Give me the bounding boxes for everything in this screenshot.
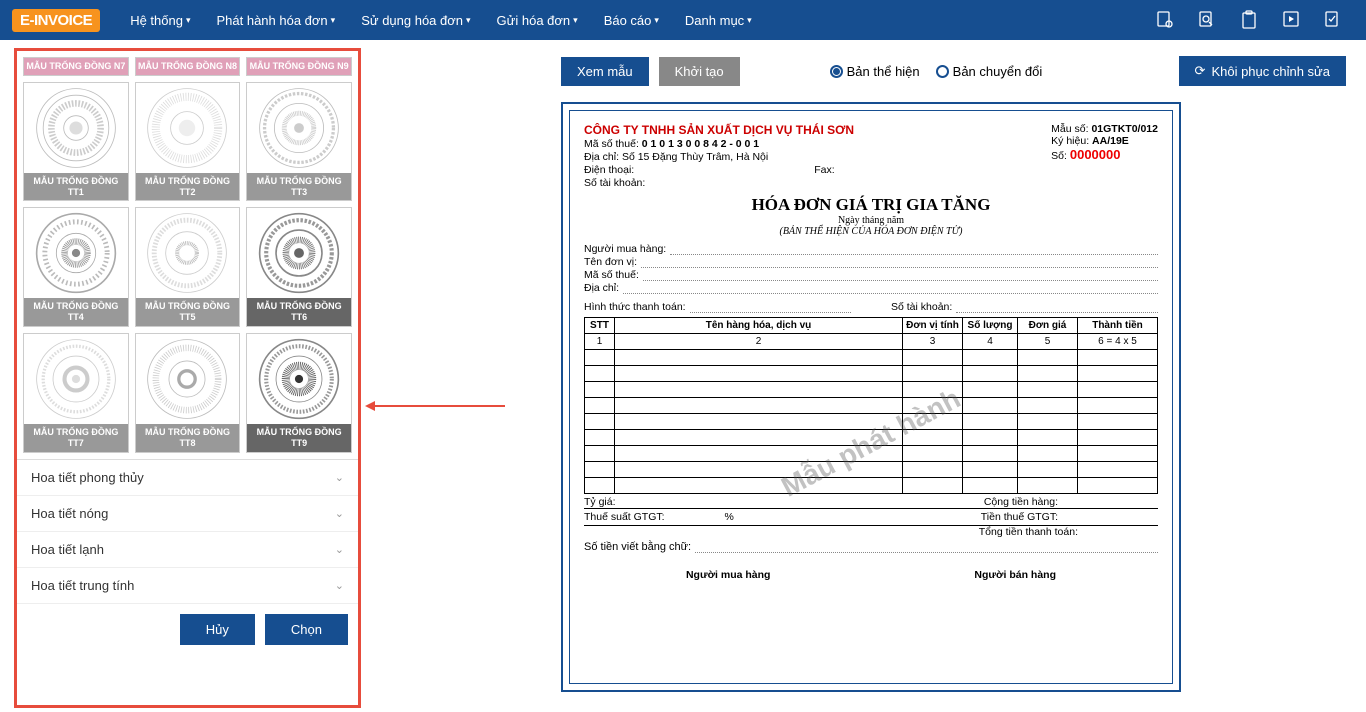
chevron-down-icon: ▾ (654, 15, 659, 26)
template-tt4[interactable]: MẪU TRỐNG ĐỒNG TT4 (23, 207, 129, 327)
radio-convert[interactable]: Bản chuyển đổi (936, 64, 1043, 79)
invoice-items-table: STTTên hàng hóa, dịch vụĐơn vị tínhSố lư… (584, 317, 1158, 494)
nav-system[interactable]: Hệ thống▾ (118, 0, 202, 40)
template-tt1[interactable]: MẪU TRỐNG ĐỒNG TT1 (23, 82, 129, 202)
invoice-title: HÓA ĐƠN GIÁ TRỊ GIA TĂNG (584, 195, 1158, 215)
template-n9[interactable]: MẪU TRỐNG ĐỒNG N9 (246, 57, 352, 76)
nav-send[interactable]: Gửi hóa đơn▾ (485, 0, 590, 40)
refresh-icon: ⟳ (1195, 63, 1206, 79)
radio-display[interactable]: Bản thể hiện (830, 64, 920, 79)
template-n7[interactable]: MẪU TRỐNG ĐỒNG N7 (23, 57, 129, 76)
cancel-button[interactable]: Hủy (180, 614, 255, 645)
nav-category[interactable]: Danh mục▾ (673, 0, 764, 40)
toolbar: Xem mẫu Khởi tạo Bản thể hiện Bản chuyển… (561, 56, 1346, 86)
nav-use[interactable]: Sử dụng hóa đơn▾ (349, 0, 482, 40)
template-tt7[interactable]: MẪU TRỐNG ĐỒNG TT7 (23, 333, 129, 453)
accordion-hot[interactable]: Hoa tiết nóng⌄ (17, 496, 358, 532)
logo: E-INVOICE (12, 9, 100, 32)
chevron-down-icon: ⌄ (335, 543, 344, 556)
chevron-down-icon: ⌄ (335, 507, 344, 520)
radio-icon (830, 65, 843, 78)
radio-icon (936, 65, 949, 78)
template-panel: MẪU TRỐNG ĐỒNG N7 MẪU TRỐNG ĐỒNG N8 MẪU … (14, 48, 361, 708)
doc-search-icon[interactable] (1154, 9, 1176, 31)
init-button[interactable]: Khởi tạo (659, 57, 740, 86)
chevron-down-icon: ⌄ (335, 471, 344, 484)
preview-button[interactable]: Xem mẫu (561, 57, 649, 86)
accordion-neutral[interactable]: Hoa tiết trung tính⌄ (17, 568, 358, 604)
template-tt6[interactable]: MẪU TRỐNG ĐỒNG TT6 (246, 207, 352, 327)
chevron-down-icon: ▾ (747, 15, 752, 26)
chevron-down-icon: ▾ (331, 15, 336, 26)
nav-publish[interactable]: Phát hành hóa đơn▾ (204, 0, 347, 40)
template-n8[interactable]: MẪU TRỐNG ĐỒNG N8 (135, 57, 241, 76)
template-tt3[interactable]: MẪU TRỐNG ĐỒNG TT3 (246, 82, 352, 202)
chevron-down-icon: ⌄ (335, 579, 344, 592)
template-tt5[interactable]: MẪU TRỐNG ĐỒNG TT5 (135, 207, 241, 327)
select-button[interactable]: Chọn (265, 614, 348, 645)
chevron-down-icon: ▾ (573, 15, 578, 26)
chevron-down-icon: ▾ (186, 15, 191, 26)
play-doc-icon[interactable] (1280, 9, 1302, 31)
doc-check-icon[interactable] (1322, 9, 1344, 31)
accordion-cold[interactable]: Hoa tiết lạnh⌄ (17, 532, 358, 568)
company-name: CÔNG TY TNHH SẢN XUẤT DỊCH VỤ THÁI SƠN (584, 123, 854, 137)
chevron-down-icon: ▾ (466, 15, 471, 26)
clipboard-icon[interactable] (1238, 9, 1260, 31)
template-tt2[interactable]: MẪU TRỐNG ĐỒNG TT2 (135, 82, 241, 202)
accordion-fengshui[interactable]: Hoa tiết phong thủy⌄ (17, 460, 358, 496)
template-tt8[interactable]: MẪU TRỐNG ĐỒNG TT8 (135, 333, 241, 453)
invoice-preview: CÔNG TY TNHH SẢN XUẤT DỊCH VỤ THÁI SƠN M… (561, 102, 1181, 692)
template-tt9[interactable]: MẪU TRỐNG ĐỒNG TT9 (246, 333, 352, 453)
nav-report[interactable]: Báo cáo▾ (592, 0, 671, 40)
navbar: E-INVOICE Hệ thống▾ Phát hành hóa đơn▾ S… (0, 0, 1366, 40)
restore-button[interactable]: ⟳Khôi phục chỉnh sửa (1179, 56, 1346, 86)
zoom-icon[interactable] (1196, 9, 1218, 31)
